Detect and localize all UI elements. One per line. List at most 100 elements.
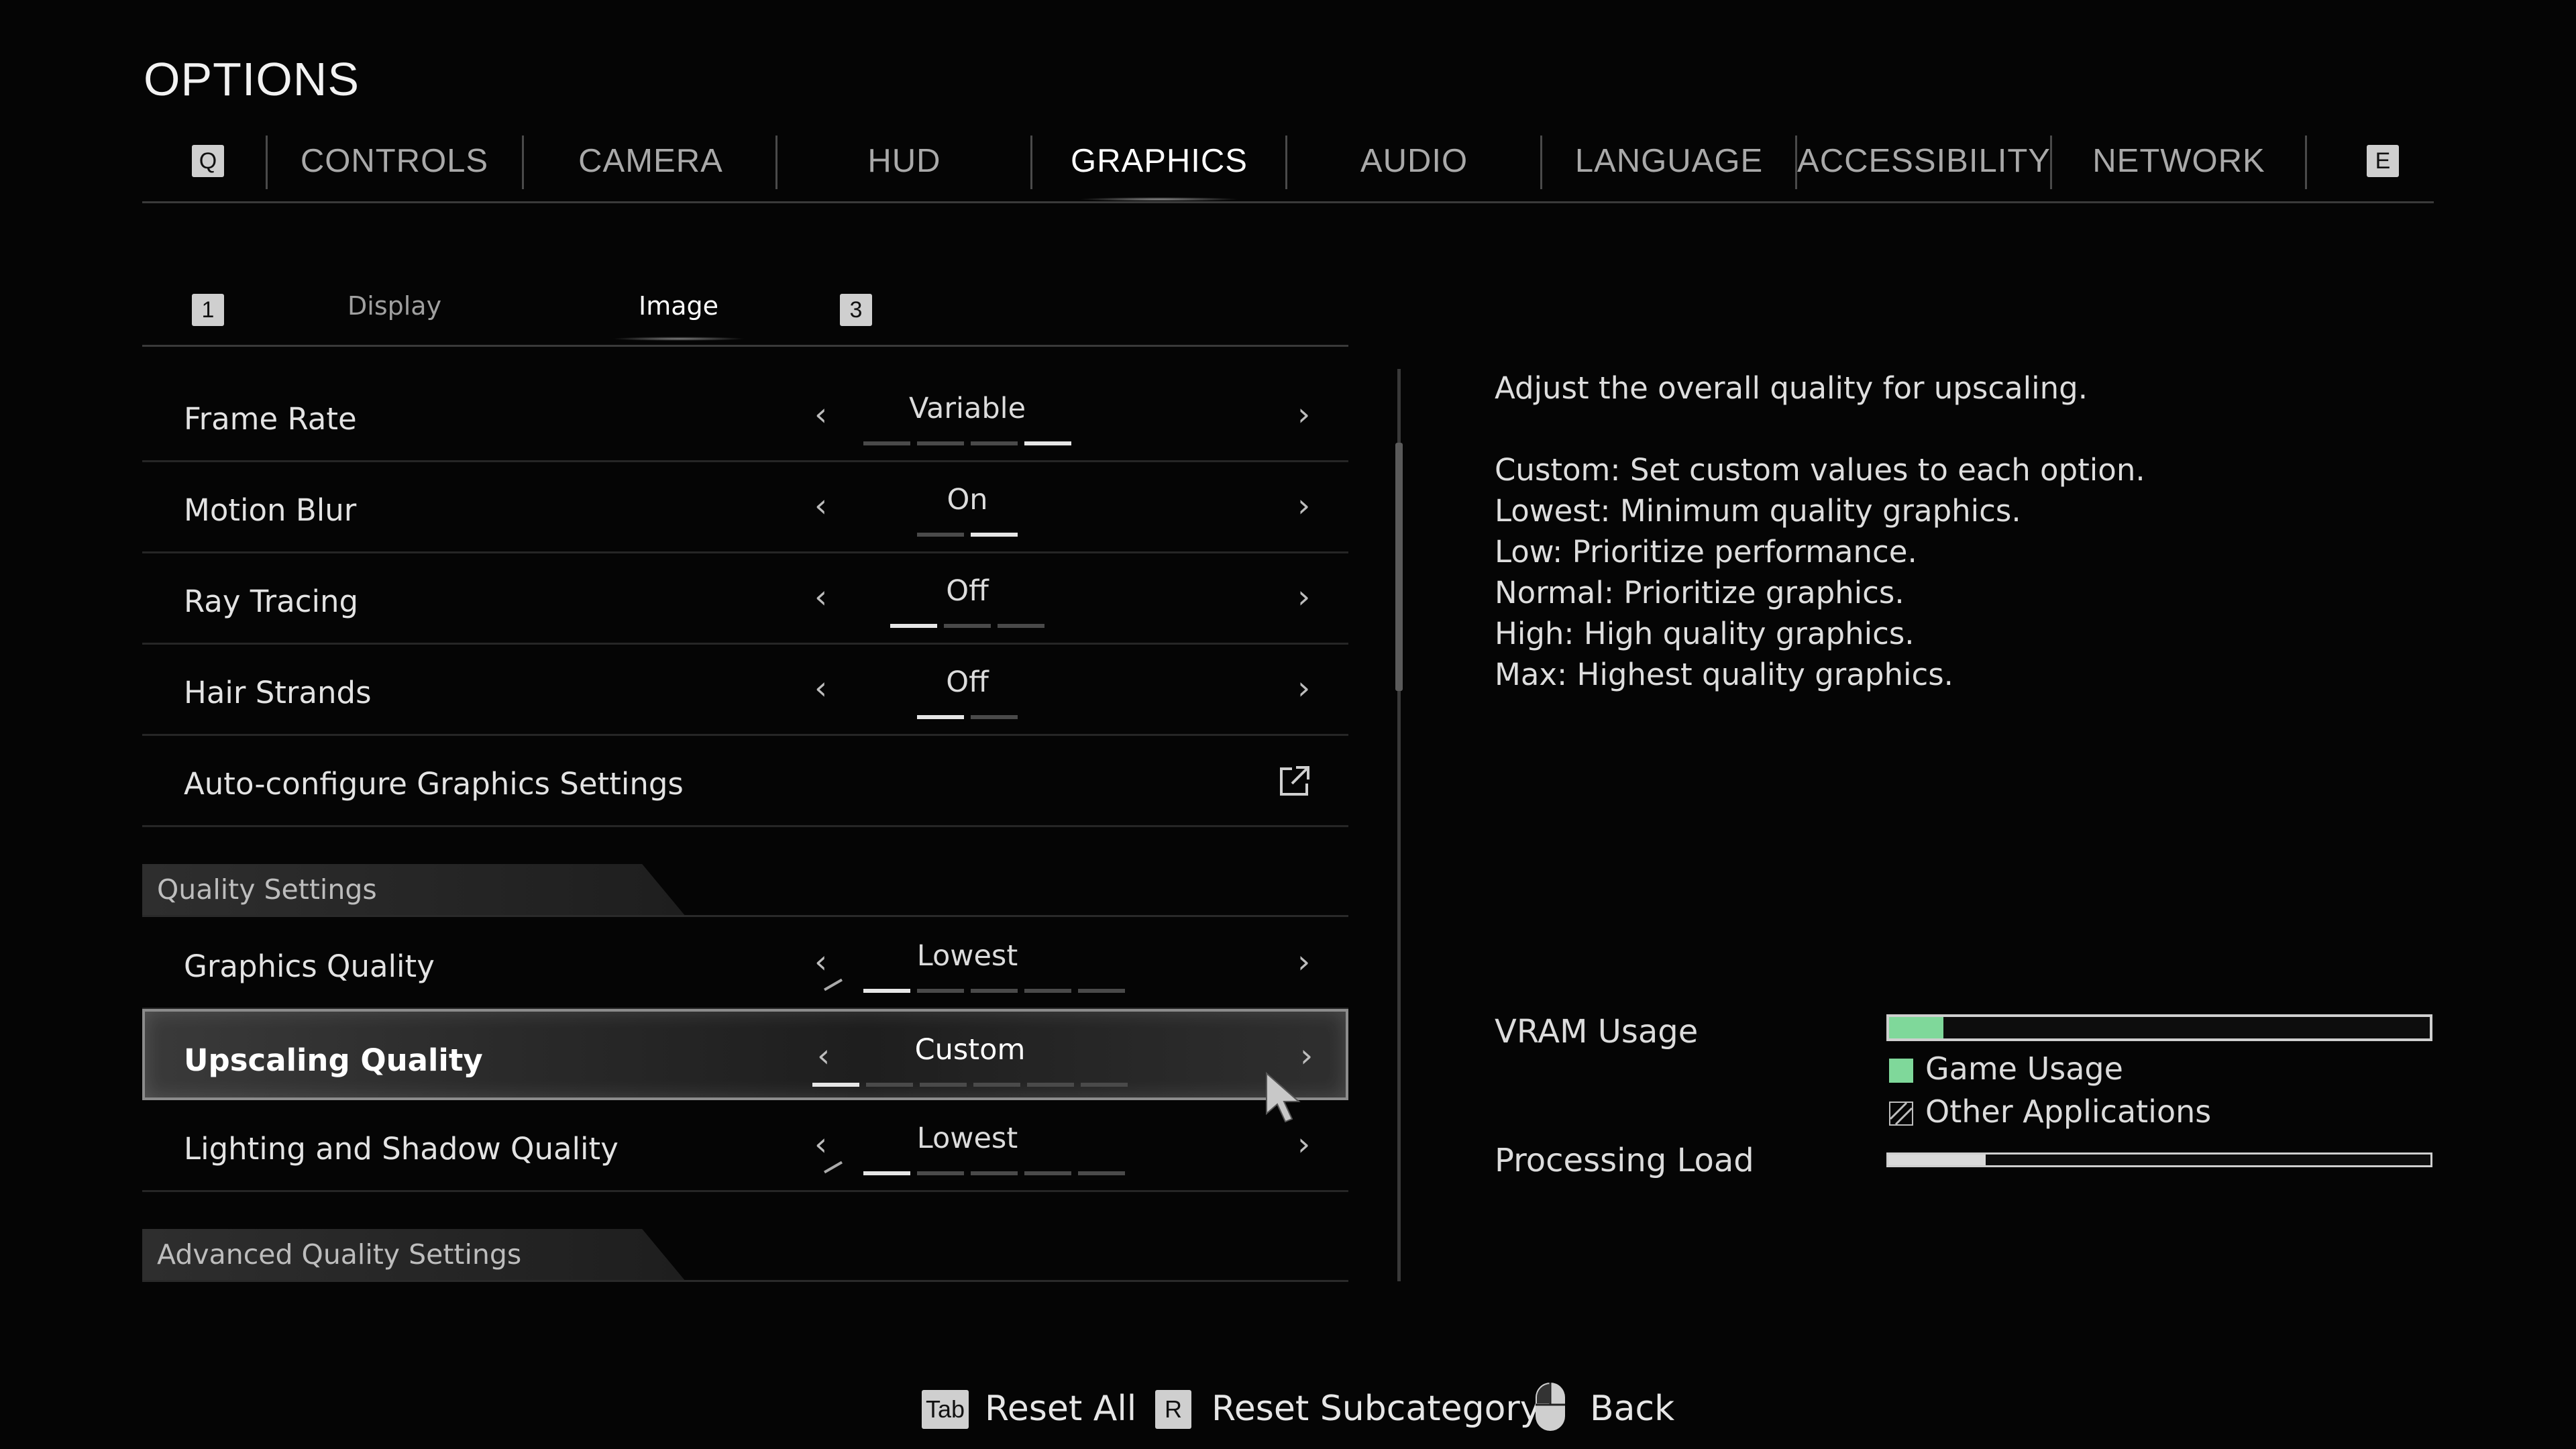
option-segment <box>998 624 1044 628</box>
prev-tab-key[interactable]: Q <box>192 145 224 177</box>
section-title: Quality Settings <box>157 873 377 906</box>
option-segment <box>1024 1171 1071 1175</box>
subtab-display[interactable]: Display <box>347 291 441 321</box>
setting-label: Ray Tracing <box>184 584 359 619</box>
option-segment <box>1078 989 1125 993</box>
option-segment <box>917 1171 964 1175</box>
setting-value: Custom <box>914 1033 1026 1067</box>
vram-usage-bar <box>1886 1014 2432 1041</box>
chevron-right-icon[interactable]: › <box>1297 943 1310 981</box>
tab-divider <box>2305 136 2307 189</box>
setting-label: Graphics Quality <box>184 949 435 984</box>
setting-label: Frame Rate <box>184 401 357 437</box>
section-title: Advanced Quality Settings <box>157 1238 522 1271</box>
next-tab-key[interactable]: E <box>2367 145 2399 177</box>
game-usage-swatch <box>1889 1059 1913 1083</box>
setting-label: Upscaling Quality <box>184 1042 483 1078</box>
setting-motion-blur[interactable]: Motion Blur ‹ On › <box>142 462 1348 553</box>
option-segment <box>1024 989 1071 993</box>
option-segment <box>971 533 1018 537</box>
processing-load-fill <box>1888 1155 1986 1165</box>
setting-value: Lowest <box>916 1122 1018 1155</box>
option-segment <box>917 989 964 993</box>
chevron-right-icon[interactable]: › <box>1297 669 1310 707</box>
description-intro: Adjust the overall quality for upscaling… <box>1495 370 2088 406</box>
chevron-right-icon[interactable]: › <box>1297 487 1310 525</box>
subcategory-tabs: 1 Display Image 3 <box>142 282 1348 347</box>
option-segment <box>863 1171 910 1175</box>
setting-label: Hair Strands <box>184 675 372 710</box>
tab-audio[interactable]: AUDIO <box>1287 131 1542 191</box>
option-segment <box>917 715 964 719</box>
option-segment <box>973 1083 1020 1087</box>
chevron-right-icon[interactable]: › <box>1300 1037 1313 1075</box>
description-line: High: High quality graphics. <box>1495 616 1915 651</box>
option-segment <box>1027 1083 1074 1087</box>
setting-label: Lighting and Shadow Quality <box>184 1131 619 1167</box>
tab-language[interactable]: LANGUAGE <box>1542 131 1796 191</box>
chevron-right-icon[interactable]: › <box>1297 1126 1310 1163</box>
option-segment <box>971 441 1018 445</box>
setting-auto-configure[interactable]: Auto-configure Graphics Settings <box>142 735 1348 827</box>
setting-lighting-shadow-quality[interactable]: Lighting and Shadow Quality ‹ Lowest › <box>142 1100 1348 1192</box>
chevron-right-icon[interactable]: › <box>1297 578 1310 616</box>
option-segment <box>810 1171 857 1175</box>
processing-load-label: Processing Load <box>1495 1142 1754 1179</box>
option-segment <box>812 1083 859 1087</box>
reset-subcategory-key[interactable]: R <box>1155 1390 1191 1429</box>
option-segment <box>917 533 964 537</box>
option-segment <box>810 989 857 993</box>
tab-accessibility[interactable]: ACCESSIBILITY <box>1796 131 2051 191</box>
setting-ray-tracing[interactable]: Ray Tracing ‹ Off › <box>142 553 1348 645</box>
section-header-advanced: Advanced Quality Settings <box>142 1229 686 1281</box>
description-line: Normal: Prioritize graphics. <box>1495 575 1904 610</box>
setting-value: Off <box>946 665 989 699</box>
setting-value: Lowest <box>916 939 1018 973</box>
chevron-right-icon[interactable]: › <box>1297 396 1310 433</box>
category-tabs: Q CONTROLS CAMERA HUD GRAPHICS AUDIO LAN… <box>142 131 2434 203</box>
tab-hud[interactable]: HUD <box>777 131 1032 191</box>
description-line: Max: Highest quality graphics. <box>1495 657 1953 692</box>
description-line: Lowest: Minimum quality graphics. <box>1495 493 2021 529</box>
legend-other-applications: Other Applications <box>1925 1093 2212 1130</box>
legend-game-usage: Game Usage <box>1925 1051 2123 1087</box>
setting-value: Off <box>946 574 989 608</box>
setting-graphics-quality[interactable]: Graphics Quality ‹ Lowest › <box>142 918 1348 1010</box>
next-subtab-key[interactable]: 3 <box>840 294 872 326</box>
tab-graphics[interactable]: GRAPHICS <box>1032 131 1287 201</box>
description-line: Custom: Set custom values to each option… <box>1495 452 2145 488</box>
vram-usage-label: VRAM Usage <box>1495 1013 1699 1051</box>
tab-camera[interactable]: CAMERA <box>523 131 778 191</box>
tab-network[interactable]: NETWORK <box>2051 131 2306 191</box>
setting-upscaling-quality[interactable]: Upscaling Quality ‹ Custom › <box>142 1009 1348 1100</box>
section-header-quality: Quality Settings <box>142 864 686 916</box>
divider <box>142 1280 1348 1282</box>
setting-value: Variable <box>908 392 1026 425</box>
option-segment <box>1081 1083 1128 1087</box>
divider <box>142 915 1348 917</box>
setting-frame-rate[interactable]: Frame Rate ‹ Variable › <box>142 370 1348 462</box>
subtab-image[interactable]: Image <box>611 291 746 341</box>
option-segment <box>971 715 1018 719</box>
option-segment <box>971 989 1018 993</box>
reset-all-button[interactable]: Reset All <box>985 1389 1136 1429</box>
option-segment <box>866 1083 913 1087</box>
description-line: Low: Prioritize performance. <box>1495 534 1917 570</box>
other-applications-swatch <box>1889 1102 1913 1126</box>
scrollbar-thumb[interactable] <box>1395 443 1403 691</box>
option-segment <box>863 441 910 445</box>
setting-hair-strands[interactable]: Hair Strands ‹ Off › <box>142 644 1348 736</box>
reset-all-key[interactable]: Tab <box>922 1390 969 1429</box>
page-title: OPTIONS <box>144 53 360 105</box>
tab-controls[interactable]: CONTROLS <box>267 131 522 191</box>
back-button[interactable]: Back <box>1590 1389 1674 1429</box>
option-segment <box>920 1083 967 1087</box>
setting-value: On <box>947 483 988 517</box>
option-segment <box>1078 1171 1125 1175</box>
setting-label: Auto-configure Graphics Settings <box>184 766 684 802</box>
reset-subcategory-button[interactable]: Reset Subcategory <box>1212 1389 1541 1429</box>
external-link-icon[interactable] <box>1277 763 1312 798</box>
option-segment <box>863 989 910 993</box>
option-segment <box>1024 441 1071 445</box>
prev-subtab-key[interactable]: 1 <box>192 294 224 326</box>
